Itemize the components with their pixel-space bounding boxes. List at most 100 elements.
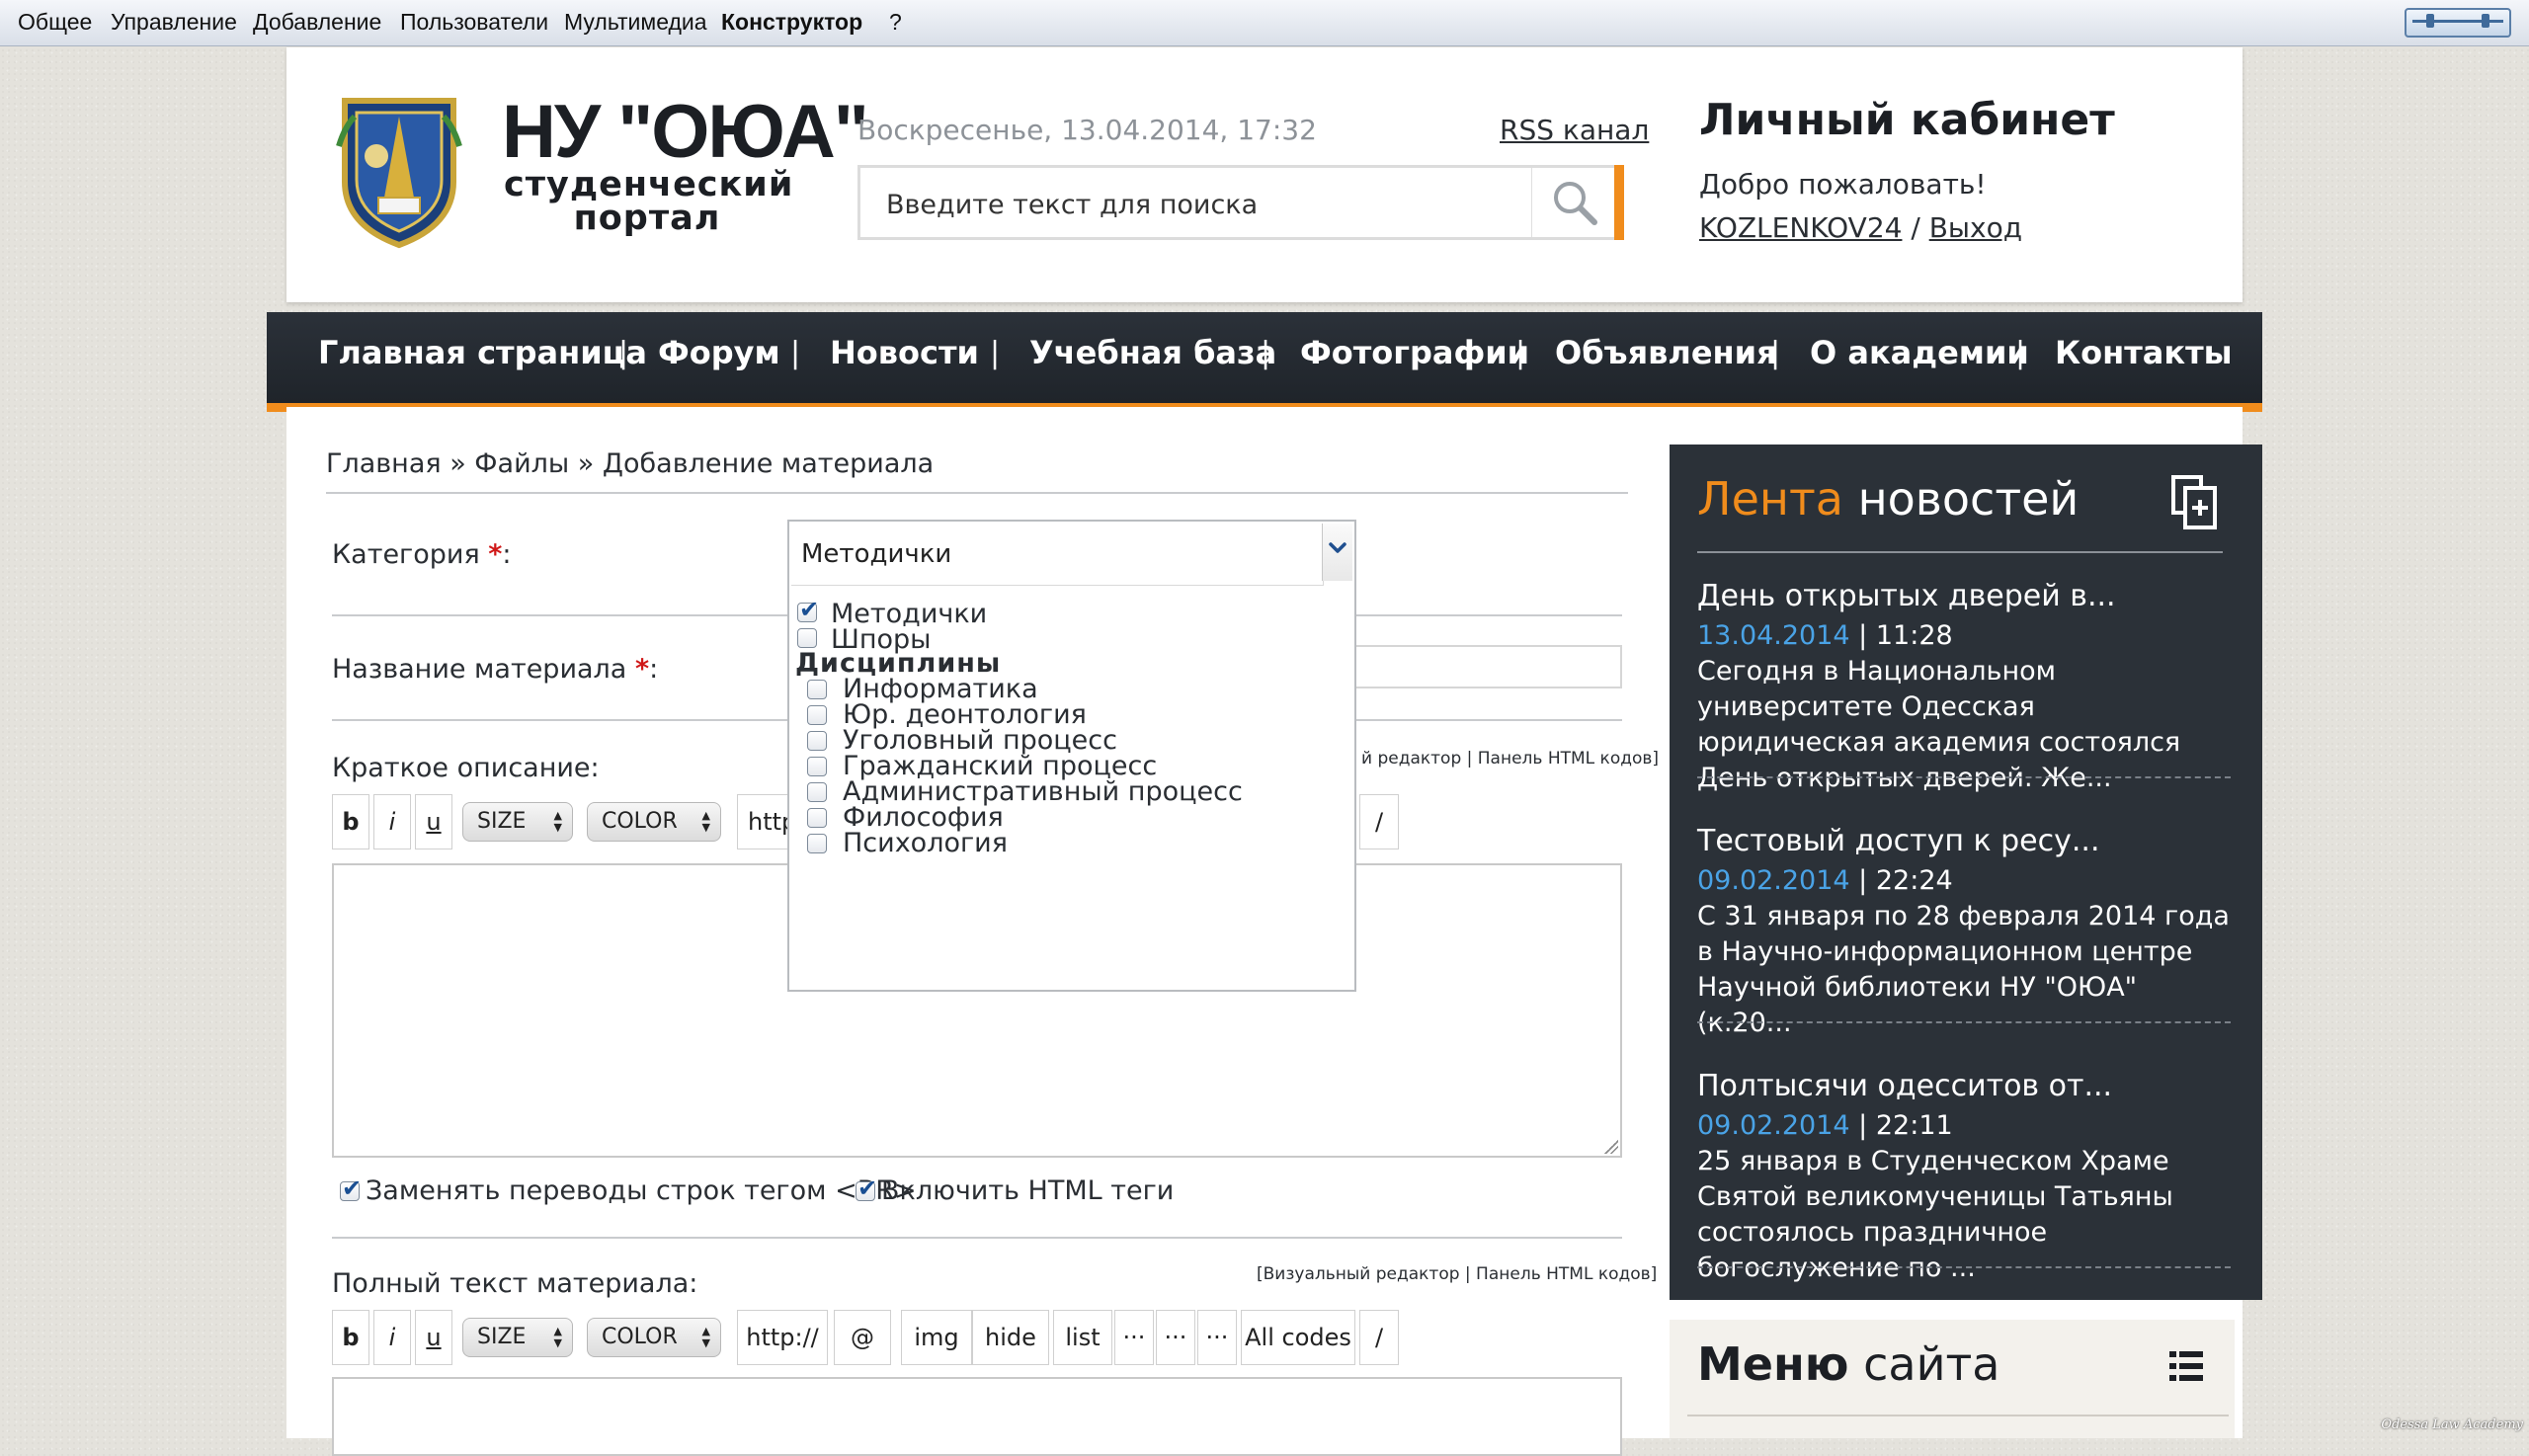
main-nav: Главная страница | Форум | Новости | Уче…: [267, 312, 2262, 412]
replace-br-label: Заменять переводы строк тегом <BR>: [366, 1175, 917, 1206]
nav-item-home[interactable]: Главная страница: [318, 334, 647, 371]
category-label: Категория *:: [332, 539, 512, 570]
admin-bar: Общее Управление Добавление Пользователи…: [0, 0, 2529, 46]
italic-button[interactable]: i: [373, 794, 411, 849]
admin-menu-users[interactable]: Пользователи: [400, 9, 548, 36]
material-title-input[interactable]: [1353, 645, 1622, 688]
nav-item-about[interactable]: О академии: [1810, 334, 2029, 371]
select-arrows-icon: ▲ ▼: [553, 809, 562, 834]
site-menu-title: Меню сайта: [1697, 1337, 2000, 1391]
nav-item-contacts[interactable]: Контакты: [2055, 334, 2233, 371]
replace-br-checkbox[interactable]: [340, 1174, 362, 1202]
admin-menu-help[interactable]: ?: [889, 9, 902, 36]
select-arrows-icon: ▲ ▼: [701, 1325, 710, 1349]
admin-menu-general[interactable]: Общее: [18, 9, 92, 36]
search-input[interactable]: [884, 182, 1560, 227]
logout-link[interactable]: Выход: [1929, 211, 2022, 244]
close-tag-button[interactable]: /: [1359, 794, 1399, 849]
option-checkbox[interactable]: [807, 705, 827, 725]
category-options-list: Методички Шпоры Дисциплины Информатика Ю…: [789, 585, 1354, 990]
user-separator: /: [1902, 211, 1929, 244]
url-button[interactable]: http://: [737, 1310, 828, 1365]
list-button[interactable]: list: [1053, 1310, 1112, 1365]
option-checkbox[interactable]: [807, 808, 827, 828]
window-control-icon[interactable]: [2405, 8, 2511, 38]
category-select[interactable]: Методички Методички Шпоры Дисциплины Инф…: [787, 520, 1356, 992]
divider: [326, 492, 1628, 494]
underline-button[interactable]: u: [415, 794, 452, 849]
underline-button[interactable]: u: [415, 1310, 452, 1365]
option-checkbox[interactable]: [807, 782, 827, 802]
admin-menu-constructor[interactable]: Конструктор: [721, 9, 862, 36]
editor-mode-links[interactable]: [Визуальный редактор | Панель HTML кодов…: [1257, 1264, 1657, 1284]
option-checkbox[interactable]: [807, 680, 827, 699]
rss-link[interactable]: RSS канал: [1500, 114, 1649, 146]
user-line: KOZLENKOV24 / Выход: [1699, 211, 2022, 244]
documents-icon[interactable]: [2169, 474, 2221, 531]
img-button[interactable]: img: [901, 1310, 972, 1365]
personal-cabinet-title: Личный кабинет: [1699, 95, 2115, 145]
nav-item-study-base[interactable]: Учебная база: [1029, 334, 1276, 371]
list-icon[interactable]: [2169, 1349, 2203, 1383]
news-headline[interactable]: Тестовый доступ к ресу...: [1697, 824, 2100, 858]
category-selected-value: Методички: [801, 539, 952, 569]
welcome-text: Добро пожаловать!: [1699, 168, 1987, 201]
category-select-field[interactable]: Методички: [791, 524, 1324, 586]
full-text-textarea[interactable]: [332, 1377, 1622, 1456]
enable-html-checkbox[interactable]: [856, 1174, 877, 1202]
divider: [1697, 551, 2223, 553]
search-button[interactable]: [1531, 165, 1624, 240]
more-button-1[interactable]: ···: [1114, 1310, 1154, 1365]
news-feed-title: Лента новостей: [1697, 472, 2080, 526]
option-checkbox-shpory[interactable]: [797, 628, 817, 648]
nav-item-news[interactable]: Новости: [830, 334, 979, 371]
select-arrows-icon: ▲ ▼: [701, 809, 710, 834]
select-arrows-icon: ▲ ▼: [553, 1325, 562, 1349]
hide-button[interactable]: hide: [972, 1310, 1049, 1365]
divider: [1687, 1415, 2229, 1416]
more-button-2[interactable]: ···: [1156, 1310, 1195, 1365]
nav-separator: |: [1261, 336, 1271, 370]
news-separator: [1697, 1021, 2231, 1023]
category-dropdown-toggle[interactable]: [1322, 524, 1352, 581]
news-headline[interactable]: Полтысячи одесситов от...: [1697, 1069, 2112, 1103]
watermark: Odessa Law Academy: [2381, 1417, 2523, 1432]
all-codes-button[interactable]: All codes: [1241, 1310, 1355, 1365]
news-summary: Сегодня в Национальном университете Одес…: [1697, 656, 2181, 793]
search-box: [857, 165, 1624, 240]
nav-item-forum[interactable]: Форум: [658, 334, 780, 371]
admin-menu-multimedia[interactable]: Мультимедиа: [564, 9, 707, 36]
enable-html-label: Включить HTML теги: [881, 1175, 1175, 1206]
nav-item-announcements[interactable]: Объявления: [1555, 334, 1777, 371]
news-date: 09.02.2014 | 22:24: [1697, 865, 1953, 896]
option-checkbox-metodichki[interactable]: [797, 596, 819, 623]
option-checkbox[interactable]: [807, 757, 827, 776]
editor-mode-links[interactable]: й редактор | Панель HTML кодов]: [1361, 749, 1659, 768]
more-button-3[interactable]: ···: [1197, 1310, 1237, 1365]
color-select[interactable]: COLOR ▲ ▼: [587, 802, 721, 842]
nav-separator: |: [1770, 336, 1781, 370]
material-title-label: Название материала *:: [332, 654, 659, 685]
search-icon: [1554, 182, 1597, 225]
email-button[interactable]: @: [834, 1310, 891, 1365]
news-separator: [1697, 1266, 2231, 1268]
option-psychology[interactable]: Психология: [843, 828, 1008, 858]
resize-handle-icon[interactable]: [1604, 1140, 1618, 1154]
admin-menu-add[interactable]: Добавление: [253, 9, 381, 36]
close-tag-button[interactable]: /: [1359, 1310, 1399, 1365]
option-checkbox[interactable]: [807, 731, 827, 751]
academy-emblem-icon[interactable]: [335, 87, 463, 249]
bold-button[interactable]: b: [332, 1310, 369, 1365]
italic-button[interactable]: i: [373, 1310, 411, 1365]
color-select[interactable]: COLOR ▲ ▼: [587, 1318, 721, 1357]
nav-item-photos[interactable]: Фотографии: [1300, 334, 1529, 371]
username-link[interactable]: KOZLENKOV24: [1699, 211, 1902, 244]
bold-button[interactable]: b: [332, 794, 369, 849]
option-checkbox[interactable]: [807, 834, 827, 853]
news-headline[interactable]: День открытых дверей в...: [1697, 579, 2116, 613]
size-select[interactable]: SIZE ▲ ▼: [462, 802, 573, 842]
admin-menu-management[interactable]: Управление: [111, 9, 237, 36]
news-summary: 25 января в Студенческом Храме Святой ве…: [1697, 1146, 2173, 1283]
chevron-down-icon: [1329, 542, 1346, 553]
size-select[interactable]: SIZE ▲ ▼: [462, 1318, 573, 1357]
